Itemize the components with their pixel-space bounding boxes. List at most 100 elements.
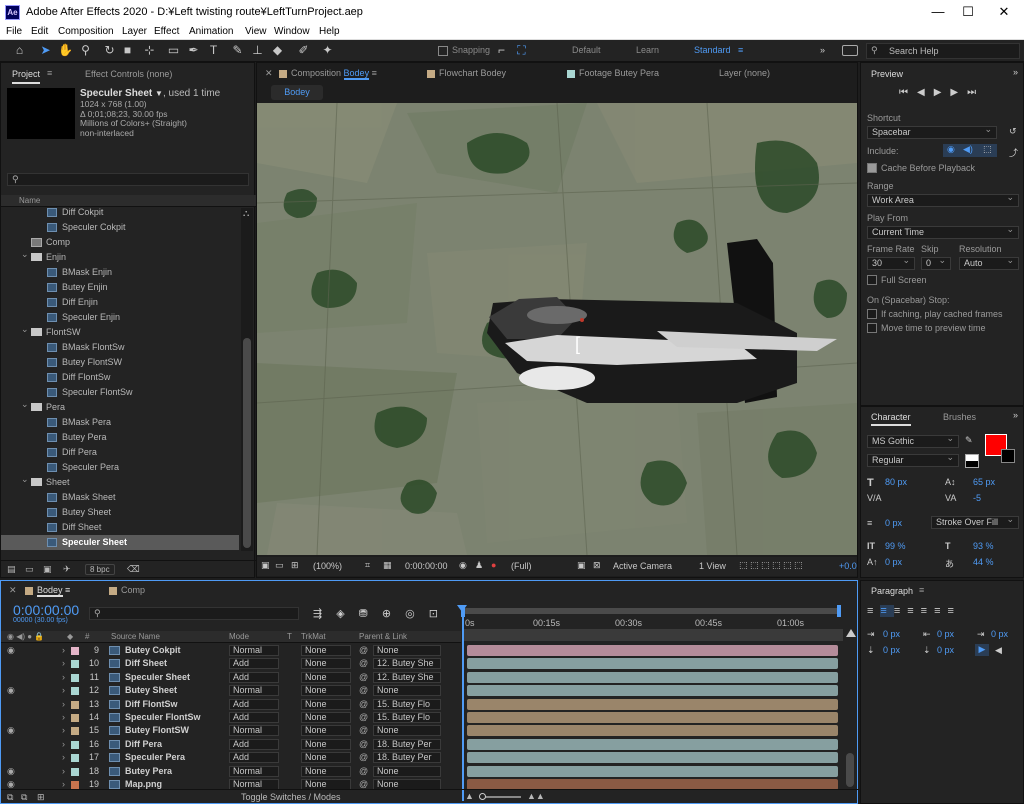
- blend-mode-dropdown[interactable]: Add: [229, 738, 279, 750]
- resolution-dropdown[interactable]: Auto: [959, 255, 1019, 270]
- layer-label-color[interactable]: [71, 781, 79, 789]
- timeline-search-input[interactable]: ⚲: [89, 607, 299, 620]
- project-item[interactable]: Speculer Sheet: [1, 535, 239, 550]
- trkmat-dropdown[interactable]: None: [301, 725, 351, 737]
- project-search-input[interactable]: ⚲: [7, 173, 249, 186]
- menu-edit[interactable]: Edit: [31, 26, 48, 37]
- eyedropper-icon[interactable]: ✎: [965, 435, 973, 446]
- exposure-value[interactable]: +0.0: [839, 561, 857, 571]
- expand-twirl-icon[interactable]: ⌄: [21, 247, 29, 262]
- layer-label-color[interactable]: [71, 714, 79, 722]
- visibility-eye-icon[interactable]: ◉: [7, 644, 15, 657]
- parent-dropdown[interactable]: 12. Butey She: [373, 658, 441, 670]
- layer-twirl-icon[interactable]: ›: [62, 657, 65, 670]
- layer-duration-bar[interactable]: [467, 738, 838, 750]
- composition-viewer[interactable]: [: [257, 103, 857, 555]
- zoom-out-icon[interactable]: ▲: [465, 791, 474, 801]
- project-item[interactable]: ⌄ Pera: [1, 397, 239, 415]
- tsume-value[interactable]: 44 %: [973, 557, 994, 567]
- region-of-interest-icon[interactable]: ▣: [577, 560, 586, 571]
- trkmat-dropdown[interactable]: None: [301, 738, 351, 750]
- preview-tab[interactable]: Preview: [871, 69, 903, 79]
- font-size-value[interactable]: 80 px: [885, 477, 907, 487]
- project-item[interactable]: Speculer FlontSw: [1, 385, 239, 400]
- pickwhip-icon[interactable]: @: [359, 644, 368, 657]
- stop-cached-checkbox[interactable]: [867, 309, 877, 319]
- menu-file[interactable]: File: [6, 26, 22, 37]
- rectangle-tool-icon[interactable]: ▭: [166, 43, 181, 58]
- zoom-slider[interactable]: [481, 796, 521, 798]
- project-item[interactable]: Diff FlontSw: [1, 370, 239, 385]
- visibility-eye-icon[interactable]: ◉: [7, 765, 15, 778]
- parent-dropdown[interactable]: None: [373, 725, 441, 737]
- project-item[interactable]: Butey FlontSW: [1, 355, 239, 370]
- panel-menu-icon[interactable]: ≡: [919, 585, 924, 595]
- layer-label-color[interactable]: [71, 740, 79, 749]
- parent-dropdown[interactable]: None: [373, 765, 441, 777]
- trkmat-dropdown[interactable]: None: [301, 658, 351, 670]
- blend-mode-dropdown[interactable]: Normal: [229, 685, 279, 697]
- menu-effect[interactable]: Effect: [154, 26, 179, 37]
- blend-mode-dropdown[interactable]: Add: [229, 658, 279, 670]
- paragraph-tab[interactable]: Paragraph: [871, 586, 913, 596]
- modes-icon[interactable]: ⧉: [21, 792, 27, 803]
- blend-mode-dropdown[interactable]: Normal: [229, 725, 279, 737]
- more-panels-icon[interactable]: »: [1013, 410, 1018, 420]
- baseline-shift-value[interactable]: 0 px: [885, 557, 902, 567]
- workspace-learn[interactable]: Learn: [636, 45, 659, 55]
- new-folder-icon[interactable]: ▭: [25, 564, 34, 575]
- snapping-checkbox[interactable]: [438, 46, 448, 56]
- layer-duration-bar[interactable]: [467, 671, 838, 683]
- layer-row[interactable]: › 10 Diff Sheet Add None 12. Butey She @: [1, 657, 461, 670]
- close-tab-icon[interactable]: ✕: [265, 68, 273, 79]
- stop-move-time-checkbox[interactable]: [867, 323, 877, 333]
- pickwhip-icon[interactable]: @: [359, 751, 368, 764]
- blend-mode-dropdown[interactable]: Add: [229, 698, 279, 710]
- project-item[interactable]: ⌄ Sheet: [1, 474, 239, 490]
- search-help-field[interactable]: ⚲ Search Help: [866, 43, 1020, 59]
- hand-tool-icon[interactable]: ✋: [58, 43, 73, 58]
- parent-dropdown[interactable]: 12. Butey She: [373, 671, 441, 683]
- roto-brush-tool-icon[interactable]: ✐: [296, 43, 311, 58]
- clone-stamp-tool-icon[interactable]: ⊥: [250, 43, 265, 58]
- project-item[interactable]: Speculer Cokpit: [1, 220, 239, 235]
- layer-row[interactable]: ◉ › 15 Butey FlontSW Normal None None @: [1, 724, 461, 737]
- camera-tool-icon[interactable]: ■: [120, 43, 135, 58]
- current-time[interactable]: 0:00:00:00: [405, 561, 448, 571]
- indent-left-value[interactable]: 0 px: [883, 629, 900, 639]
- layer-label-color[interactable]: [71, 700, 79, 709]
- timeline-scrollbar[interactable]: [844, 629, 856, 789]
- layer-duration-bar[interactable]: [467, 712, 838, 723]
- playback-controls[interactable]: ⏮◀▶▶⏭: [899, 87, 985, 98]
- frame-rate-dropdown[interactable]: 30: [867, 255, 915, 270]
- render-queue-icon[interactable]: ✈: [63, 564, 71, 575]
- layer-twirl-icon[interactable]: ›: [62, 644, 65, 657]
- reset-icon[interactable]: ↺: [1009, 126, 1017, 137]
- layer-row[interactable]: › 17 Speculer Pera Add None 18. Butey Per @: [1, 751, 461, 764]
- trkmat-dropdown[interactable]: None: [301, 765, 351, 777]
- pen-tool-icon[interactable]: ✒: [186, 43, 201, 58]
- ltr-direction-icon[interactable]: ▶: [975, 644, 989, 656]
- resolution-dropdown[interactable]: (Full): [511, 561, 532, 571]
- comp-tab[interactable]: Composition Bodey ≡: [279, 68, 377, 80]
- channel-icon[interactable]: ●: [491, 560, 496, 570]
- pickwhip-icon[interactable]: @: [359, 671, 368, 684]
- layer-twirl-icon[interactable]: ›: [62, 698, 65, 711]
- layer-twirl-icon[interactable]: ›: [62, 765, 65, 778]
- cache-checkbox[interactable]: [867, 163, 877, 173]
- expand-twirl-icon[interactable]: ⌄: [21, 397, 29, 412]
- always-preview-icon[interactable]: ▣: [261, 560, 270, 571]
- layer-row[interactable]: ◉ › 9 Butey Cokpit Normal None None @: [1, 644, 461, 657]
- layer-row[interactable]: ◉ › 12 Butey Sheet Normal None None @: [1, 684, 461, 697]
- menu-composition[interactable]: Composition: [58, 26, 114, 37]
- new-comp-icon[interactable]: ▣: [43, 564, 52, 575]
- close-tab-icon[interactable]: ✕: [9, 585, 17, 596]
- layer-label-color[interactable]: [71, 660, 79, 669]
- project-item[interactable]: Diff Enjin: [1, 295, 239, 310]
- menu-view[interactable]: View: [245, 26, 267, 37]
- pan-behind-tool-icon[interactable]: ⊹: [142, 43, 157, 58]
- font-family-dropdown[interactable]: MS Gothic: [867, 433, 959, 448]
- character-tab[interactable]: Character: [871, 412, 911, 426]
- first-line-indent-value[interactable]: 0 px: [991, 629, 1008, 639]
- indent-right-value[interactable]: 0 px: [937, 629, 954, 639]
